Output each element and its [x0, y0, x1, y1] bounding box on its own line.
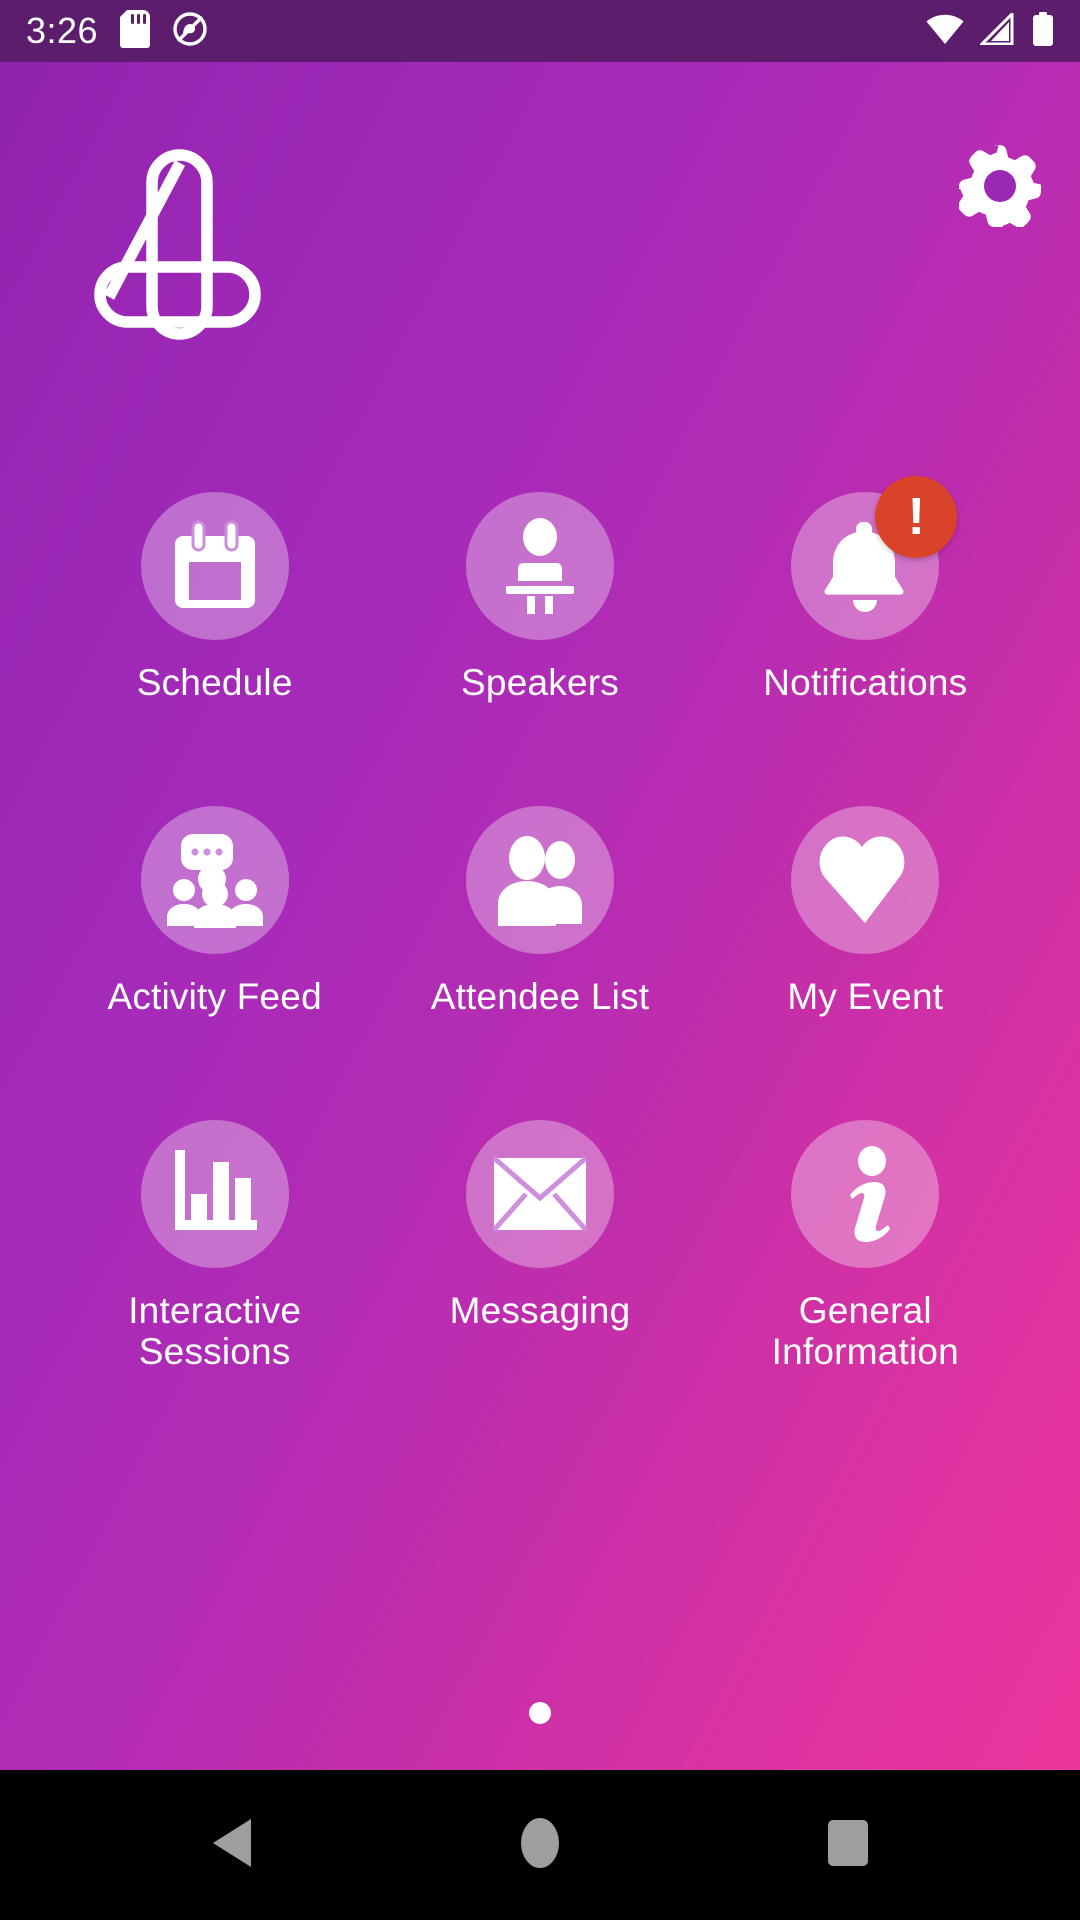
tile-notifications[interactable]: ! Notifications [703, 476, 1028, 806]
tile-label: Notifications [763, 662, 968, 703]
nav-home-button[interactable] [492, 1797, 588, 1893]
tile-icon-wrap [791, 806, 940, 954]
tile-icon-wrap: ! [791, 476, 958, 640]
tile-activity-feed[interactable]: Activity Feed [52, 806, 377, 1120]
tile-label: Schedule [136, 662, 293, 703]
do-not-disturb-icon [172, 11, 208, 52]
tile-label: Interactive Sessions [128, 1290, 302, 1372]
tile-label: Attendee List [430, 976, 650, 1017]
tile-my-event[interactable]: My Event [703, 806, 1028, 1120]
tile-icon-wrap [465, 806, 614, 954]
settings-button[interactable] [952, 144, 1044, 233]
tile-label: Activity Feed [107, 976, 322, 1017]
page-dot[interactable] [529, 1702, 551, 1724]
tile-messaging[interactable]: Messaging [377, 1120, 702, 1434]
tile-grid: Schedule Speakers ! Notifications Activi… [0, 476, 1080, 1434]
tile-general-information[interactable]: General Information [703, 1120, 1028, 1434]
tile-schedule[interactable]: Schedule [52, 492, 377, 806]
battery-icon [1032, 11, 1054, 51]
tile-attendee-list[interactable]: Attendee List [377, 806, 702, 1120]
status-bar-left: 3:26 [26, 9, 208, 53]
heart-icon [815, 830, 915, 930]
tile-label: General Information [771, 1290, 959, 1372]
tile-label: Speakers [461, 662, 619, 703]
status-bar: 3:26 [0, 0, 1080, 62]
status-clock: 3:26 [26, 10, 99, 51]
app-header [0, 62, 1080, 392]
gear-icon [952, 144, 1042, 233]
cellular-signal-icon [978, 9, 1016, 50]
app-content: Schedule Speakers ! Notifications Activi… [0, 62, 1080, 1770]
app-logo-four [92, 147, 262, 342]
android-nav-bar [0, 1770, 1080, 1920]
envelope-icon [490, 1144, 590, 1244]
home-icon [519, 1816, 561, 1875]
nav-back-button[interactable] [184, 1797, 280, 1893]
tile-label: Messaging [449, 1290, 631, 1331]
tile-icon-wrap [465, 492, 614, 640]
group-chat-icon [165, 830, 265, 930]
tile-icon-wrap [465, 1120, 614, 1268]
nav-recents-button[interactable] [800, 1797, 896, 1893]
phone-screen: 3:26 Schedule Speakers ! Notifications A… [0, 0, 1080, 1920]
notification-badge: ! [875, 476, 958, 558]
tile-icon-wrap [140, 492, 289, 640]
calendar-icon [165, 516, 265, 616]
tile-icon-wrap [140, 1120, 289, 1268]
podium-icon [490, 516, 590, 616]
sd-card-icon [120, 9, 151, 53]
recents-icon [826, 1818, 870, 1873]
info-icon [815, 1144, 915, 1244]
tile-speakers[interactable]: Speakers [377, 492, 702, 806]
bar-chart-icon [165, 1144, 265, 1244]
tile-label: My Event [787, 976, 944, 1017]
page-indicator [0, 1702, 1080, 1724]
tile-icon-wrap [791, 1120, 940, 1268]
wifi-icon [926, 13, 964, 50]
back-icon [209, 1817, 255, 1874]
tile-icon-wrap [140, 806, 289, 954]
status-bar-right [926, 9, 1054, 51]
people-icon [490, 830, 590, 930]
tile-interactive-sessions[interactable]: Interactive Sessions [52, 1120, 377, 1434]
